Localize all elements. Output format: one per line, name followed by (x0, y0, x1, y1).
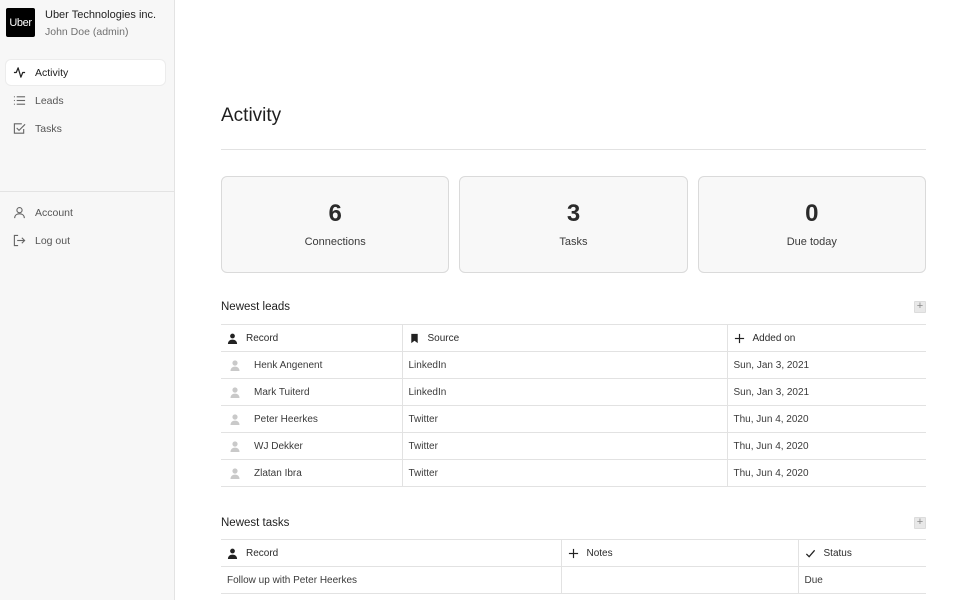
column-header-source[interactable]: Source (401, 324, 727, 352)
column-header-added-on[interactable]: Added on (726, 324, 926, 352)
avatar-icon (230, 359, 240, 371)
cell-added-on: Sun, Jan 3, 2021 (726, 378, 926, 406)
cell-record: Henk Angenent (221, 351, 402, 379)
table-header-row: Record Notes Status (221, 539, 926, 567)
sidebar-divider (0, 191, 175, 192)
cell-added-on: Thu, Jun 4, 2020 (726, 405, 926, 433)
cell-record: Mark Tuiterd (221, 378, 402, 406)
stats-row: 6 Connections 3 Tasks 0 Due today (221, 176, 926, 273)
stat-card-due-today[interactable]: 0 Due today (697, 176, 926, 273)
stat-label: Due today (786, 236, 837, 248)
column-label: Source (427, 332, 460, 344)
sidebar-item-leads[interactable]: Leads (6, 88, 165, 113)
sidebar-item-label: Activity (35, 66, 69, 79)
sidebar-item-label: Tasks (35, 122, 62, 135)
cell-source: Twitter (401, 432, 727, 460)
avatar-icon (230, 440, 240, 452)
column-header-notes[interactable]: Notes (560, 539, 798, 567)
app-root: Uber Uber Technologies inc. John Doe (ad… (0, 0, 965, 600)
column-header-record[interactable]: Record (221, 539, 561, 567)
sidebar-item-logout[interactable]: Log out (6, 228, 165, 253)
stat-card-connections[interactable]: 6 Connections (221, 176, 450, 273)
sidebar: Uber Uber Technologies inc. John Doe (ad… (0, 0, 175, 600)
sidebar-item-activity[interactable]: Activity (6, 60, 165, 85)
activity-icon (13, 66, 26, 79)
lead-name: Zlatan Ibra (254, 467, 302, 479)
sidebar-item-label: Leads (35, 94, 64, 107)
stat-card-tasks[interactable]: 3 Tasks (459, 176, 688, 273)
list-icon (13, 94, 26, 107)
table-row[interactable]: WJ Dekker Twitter Thu, Jun 4, 2020 (221, 432, 926, 460)
table-row[interactable]: Henk Angenent LinkedIn Sun, Jan 3, 2021 (221, 351, 926, 379)
add-task-button[interactable]: + (914, 517, 926, 529)
lead-name: WJ Dekker (254, 440, 303, 452)
lead-name: Peter Heerkes (254, 413, 318, 425)
bookmark-icon (410, 333, 418, 343)
avatar-icon (230, 413, 240, 425)
cell-added-on: Thu, Jun 4, 2020 (726, 459, 926, 487)
cell-source: Twitter (401, 459, 727, 487)
sidebar-item-label: Log out (35, 234, 71, 247)
cell-source: Twitter (401, 405, 727, 433)
tasks-table: Record Notes Status Follow up with Peter… (221, 539, 926, 594)
column-label: Record (246, 547, 279, 559)
add-lead-button[interactable]: + (914, 301, 926, 313)
logout-icon (13, 234, 26, 247)
plus-icon (734, 333, 744, 343)
column-label: Added on (752, 332, 796, 344)
tasks-section-title: Newest tasks (221, 517, 290, 529)
avatar-icon (230, 386, 240, 398)
cell-added-on: Sun, Jan 3, 2021 (726, 351, 926, 379)
table-row[interactable]: Peter Heerkes Twitter Thu, Jun 4, 2020 (221, 405, 926, 433)
column-label: Status (823, 547, 852, 559)
stat-label: Connections (304, 236, 366, 248)
secondary-nav: Account Log out (6, 200, 165, 256)
title-divider (221, 149, 926, 150)
column-header-status[interactable]: Status (797, 539, 926, 567)
user-icon (13, 206, 26, 219)
lead-name: Mark Tuiterd (254, 386, 310, 398)
lead-name: Henk Angenent (254, 359, 323, 371)
company-logo: Uber (6, 8, 35, 37)
stat-value: 0 (805, 200, 819, 227)
cell-source: LinkedIn (401, 378, 727, 406)
company-name: Uber Technologies inc. (45, 9, 157, 21)
leads-table: Record Source Added on Henk Angenent Lin… (221, 324, 926, 487)
cell-record: Peter Heerkes (221, 405, 402, 433)
table-row[interactable]: Mark Tuiterd LinkedIn Sun, Jan 3, 2021 (221, 378, 926, 406)
sidebar-item-label: Account (35, 206, 73, 219)
sidebar-item-account[interactable]: Account (6, 200, 165, 225)
cell-record: Zlatan Ibra (221, 459, 402, 487)
sidebar-item-tasks[interactable]: Tasks (6, 116, 165, 141)
column-label: Record (246, 332, 279, 344)
main-nav: Activity Leads Tasks (6, 60, 165, 144)
cell-source: LinkedIn (401, 351, 727, 379)
page-title: Activity (221, 105, 282, 126)
cell-added-on: Thu, Jun 4, 2020 (726, 432, 926, 460)
column-label: Notes (586, 547, 613, 559)
user-icon (227, 548, 238, 559)
stat-label: Tasks (559, 236, 588, 248)
leads-section-title: Newest leads (221, 301, 291, 313)
table-row[interactable]: Zlatan Ibra Twitter Thu, Jun 4, 2020 (221, 459, 926, 487)
cell-record: WJ Dekker (221, 432, 402, 460)
user-name: John Doe (admin) (45, 26, 129, 38)
column-header-record[interactable]: Record (221, 324, 402, 352)
check-icon (805, 549, 815, 558)
leads-section-header: Newest leads + (221, 299, 926, 315)
brand-block[interactable]: Uber Uber Technologies inc. John Doe (ad… (6, 8, 156, 39)
avatar-icon (230, 467, 240, 479)
cell-record: Follow up with Peter Heerkes (221, 566, 561, 594)
stat-value: 3 (566, 200, 581, 227)
checkbox-icon (13, 122, 26, 135)
user-icon (227, 333, 238, 344)
cell-notes (560, 566, 798, 594)
stat-value: 6 (328, 200, 342, 227)
table-row[interactable]: Follow up with Peter Heerkes Due (221, 566, 926, 594)
tasks-section-header: Newest tasks + (221, 515, 926, 531)
cell-status: Due (797, 566, 926, 594)
brand-text: Uber Technologies inc. John Doe (admin) (45, 8, 156, 39)
plus-icon (568, 548, 578, 558)
table-header-row: Record Source Added on (221, 324, 926, 352)
